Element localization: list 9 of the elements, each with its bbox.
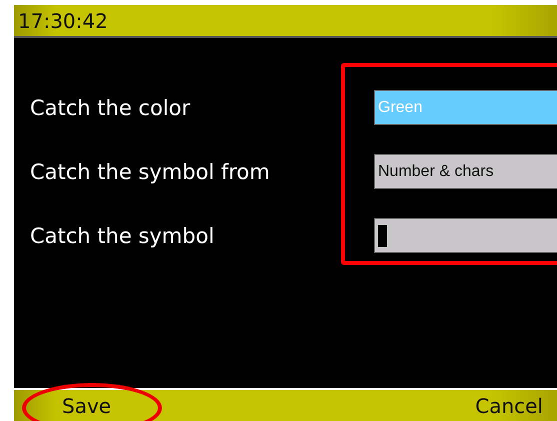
text-cursor <box>378 224 387 246</box>
field-label: Catch the color <box>29 96 192 120</box>
select-field[interactable]: Number & chars <box>374 154 557 189</box>
cancel-softkey[interactable]: Cancel <box>475 394 543 418</box>
save-softkey[interactable]: Save <box>18 394 112 418</box>
clock-time: 17:30:42 <box>18 8 108 32</box>
input-field[interactable] <box>374 218 557 253</box>
field-label: Catch the symbol from <box>29 160 271 184</box>
field-label: Catch the symbol <box>29 224 216 248</box>
